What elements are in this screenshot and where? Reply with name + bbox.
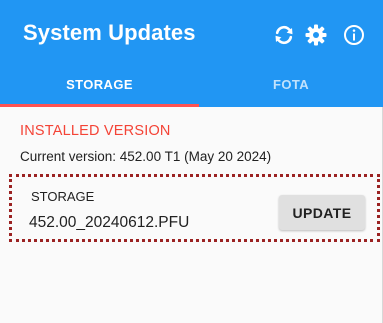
- update-file-name: 452.00_20240612.PFU: [29, 214, 190, 231]
- tab-storage[interactable]: STORAGE: [0, 62, 199, 107]
- update-button[interactable]: UPDATE: [279, 195, 365, 230]
- system-updates-screen: System Updates STORAGE FOTA INSTALLED VE…: [0, 0, 383, 323]
- gear-icon[interactable]: [303, 22, 329, 48]
- current-version-text: Current version: 452.00 T1 (May 20 2024): [20, 149, 272, 164]
- installed-version-heading: INSTALLED VERSION: [20, 123, 171, 139]
- update-item-label: STORAGE: [31, 189, 95, 204]
- tab-indicator: [0, 104, 199, 107]
- sync-icon[interactable]: [271, 22, 297, 48]
- tab-fota[interactable]: FOTA: [199, 62, 383, 107]
- tab-bar: STORAGE FOTA: [0, 62, 383, 107]
- info-icon[interactable]: [341, 22, 367, 48]
- app-title: System Updates: [23, 20, 196, 45]
- app-bar: System Updates STORAGE FOTA: [0, 0, 383, 107]
